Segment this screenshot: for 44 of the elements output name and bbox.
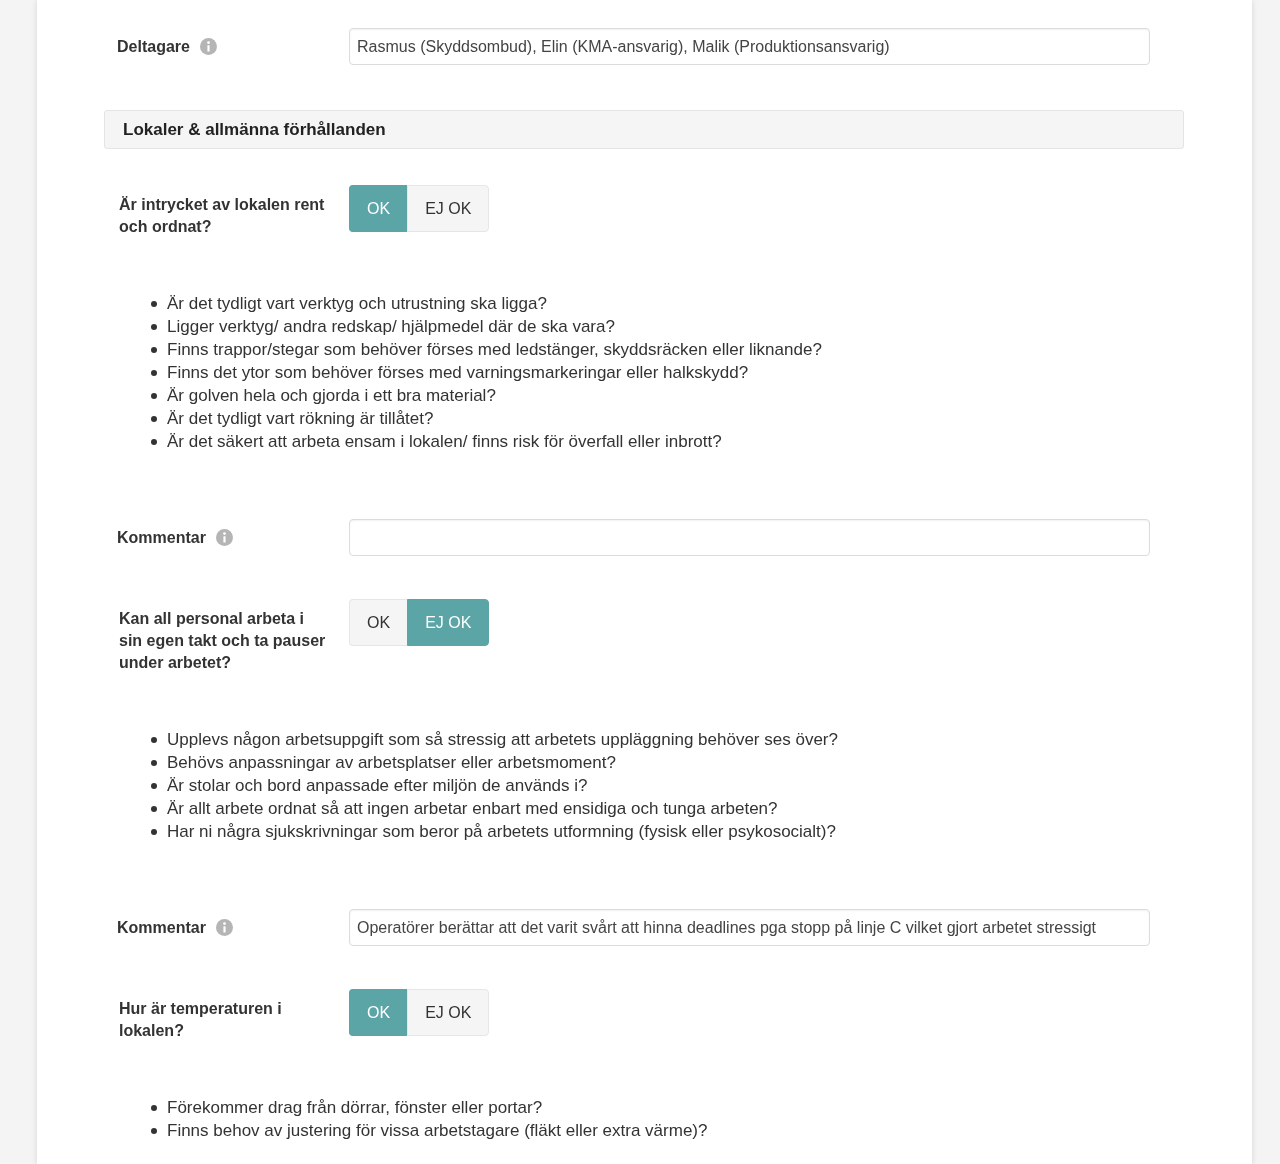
checklist-item: Ligger verktyg/ andra redskap/ hjälpmedel där de ska vara? [167, 316, 615, 338]
question-label: Hur är temperaturen i lokalen? [118, 999, 283, 1041]
comment-label: Kommentar [117, 918, 206, 937]
bullet-icon [151, 415, 157, 422]
info-icon[interactable] [199, 38, 217, 55]
bullet-icon [151, 1127, 157, 1134]
bullet-icon [151, 782, 157, 789]
checklist-item: Är det tydligt vart rökning är tillåtet? [167, 408, 434, 430]
choice-button[interactable]: OK [349, 599, 408, 646]
checklist-item: Är det säkert att arbeta ensam i lokalen/ finns risk för överfall eller inbrott? [167, 431, 722, 453]
comment-field[interactable] [349, 519, 1150, 556]
bullet-icon [151, 759, 157, 766]
checklist-item: Behövs anpassningar av arbetsplatser eller arbetsmoment? [167, 752, 616, 774]
bullet-icon [151, 828, 157, 835]
checklist-item: Finns trappor/stegar som behöver förses med ledstänger, skyddsräcken eller liknande? [167, 339, 822, 361]
info-icon[interactable] [215, 919, 233, 936]
checklist-item: Upplevs någon arbetsuppgift som så stressig att arbetets uppläggning behöver ses över? [167, 729, 838, 751]
bullet-icon [151, 300, 157, 307]
checklist-item: Förekommer drag från dörrar, fönster eller portar? [167, 1097, 543, 1119]
bullet-icon [151, 1104, 157, 1111]
bullet-icon [151, 346, 157, 353]
checklist-item: Är det tydligt vart verktyg och utrustning ska ligga? [167, 293, 547, 315]
bullet-icon [151, 392, 157, 399]
choice-button[interactable]: EJ OK [407, 989, 490, 1036]
checklist-item: Har ni några sjukskrivningar som beror på arbetets utformning (fysisk eller psykosocialt)? [167, 821, 836, 843]
participants-field[interactable]: Rasmus (Skyddsombud), Elin (KMA-ansvarig), Malik (Produktionsansvarig) [349, 28, 1150, 65]
checklist-item: Är allt arbete ordnat så att ingen arbetar enbart med ensidiga och tunga arbeten? [167, 798, 778, 820]
comment-label: Kommentar [117, 528, 206, 547]
bullet-icon [151, 805, 157, 812]
checklist-item: Är stolar och bord anpassade efter miljön de används i? [167, 775, 588, 797]
bullet-icon [151, 323, 157, 330]
bullet-icon [151, 369, 157, 376]
info-icon[interactable] [215, 529, 233, 546]
bullet-icon [151, 736, 157, 743]
bullet-icon [151, 438, 157, 445]
question-label: Är intrycket av lokalen rent och ordnat? [118, 195, 326, 237]
checklist-item: Finns det ytor som behöver förses med varningsmarkeringar eller halkskydd? [167, 362, 749, 384]
field-label: Deltagare [117, 37, 190, 56]
checklist-item: Är golven hela och gjorda i ett bra material? [167, 385, 496, 407]
comment-field[interactable]: Operatörer berättar att det varit svårt att hinna deadlines pga stopp på linje C vilket gjort arbetet stressigt [349, 909, 1150, 946]
choice-button[interactable]: EJ OK [407, 185, 490, 232]
checklist-item: Finns behov av justering för vissa arbetstagare (fläkt eller extra värme)? [167, 1120, 708, 1142]
section-header: Lokaler & allmänna förhållanden [104, 110, 1184, 149]
question-label: Kan all personal arbeta i sin egen takt och ta pauser under arbetet? [118, 609, 327, 673]
